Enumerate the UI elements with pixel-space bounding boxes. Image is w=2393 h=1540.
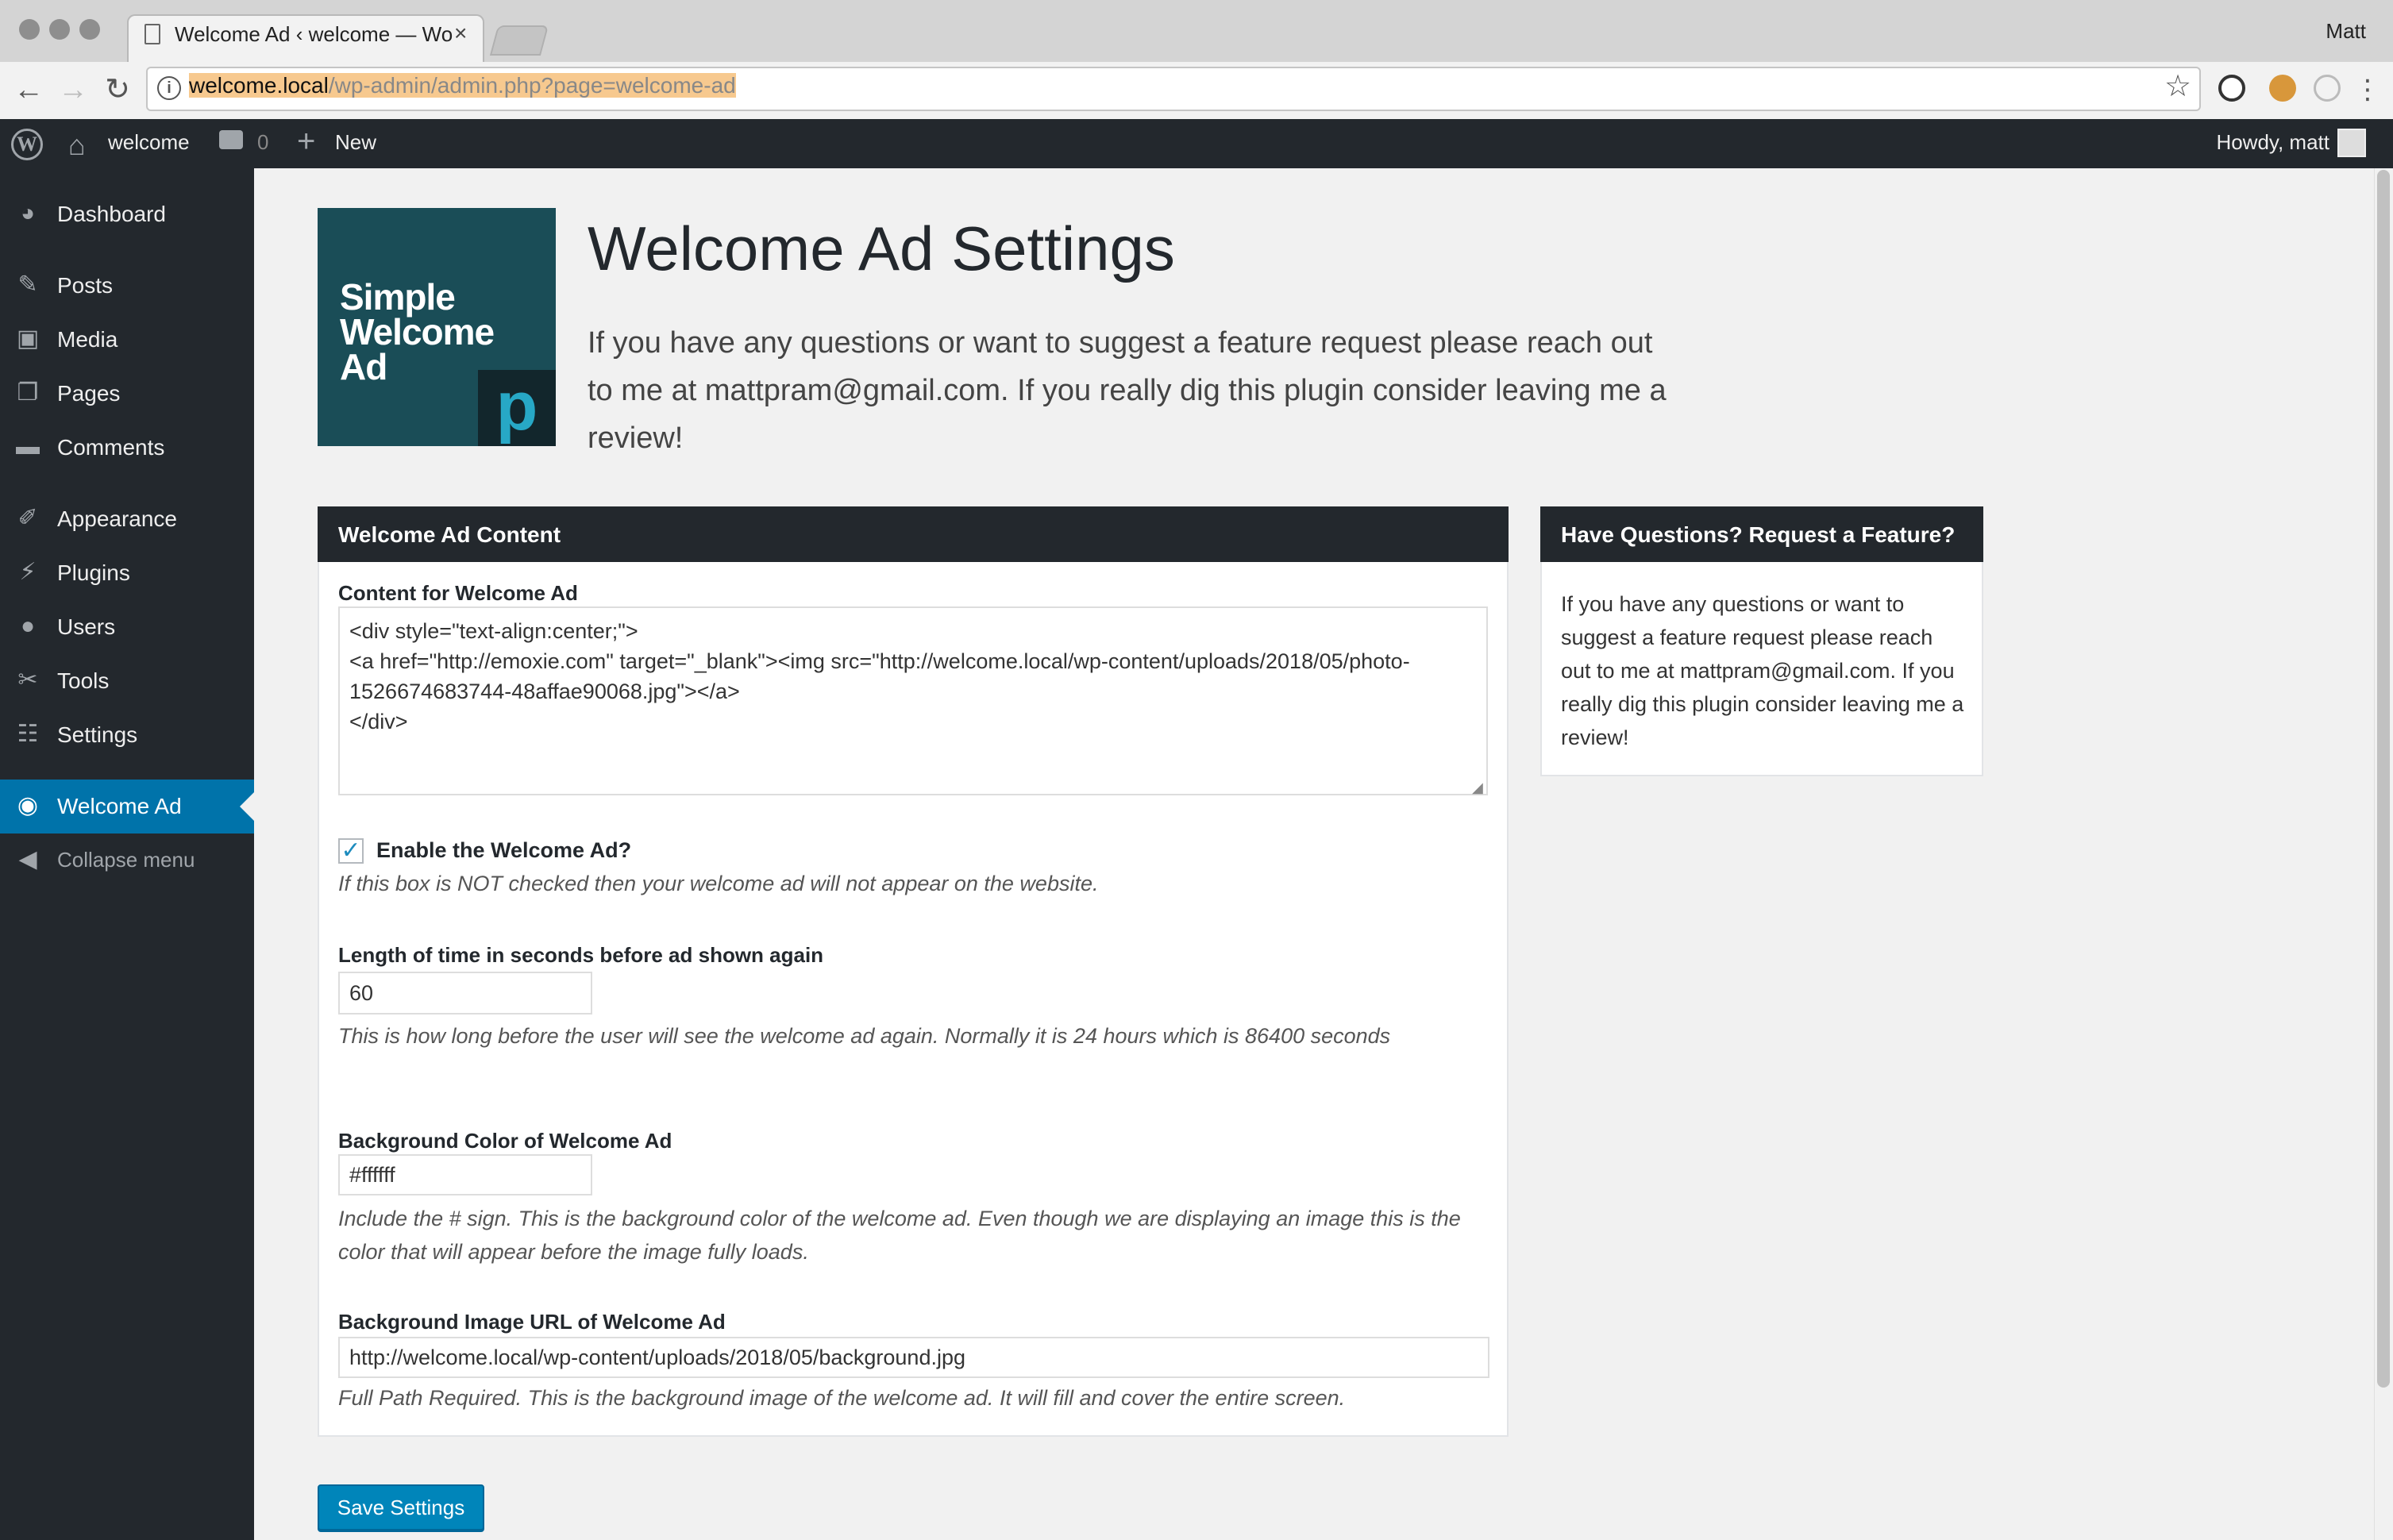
url-host: welcome.local: [189, 73, 329, 98]
content-label: Content for Welcome Ad: [338, 581, 578, 605]
image-url-label: Background Image URL of Welcome Ad: [338, 1310, 726, 1334]
enable-label[interactable]: Enable the Welcome Ad?: [376, 838, 631, 863]
intro-text: If you have any questions or want to sug…: [588, 326, 1667, 455]
browser-menu-icon[interactable]: ⋮: [2350, 68, 2385, 111]
plus-icon[interactable]: +: [297, 124, 315, 160]
bookmark-star-icon[interactable]: ☆: [2164, 68, 2191, 104]
media-icon: ▣: [16, 325, 40, 352]
collapse-menu-button[interactable]: Collapse menu: [57, 848, 195, 872]
forward-icon[interactable]: →: [56, 68, 91, 111]
comment-count[interactable]: 0: [257, 130, 268, 155]
tab-close-icon[interactable]: ×: [454, 21, 467, 46]
sidebar-item-welcome-ad[interactable]: Welcome Ad: [57, 794, 182, 819]
save-settings-button[interactable]: Save Settings: [318, 1484, 484, 1530]
questions-box-heading: Have Questions? Request a Feature?: [1540, 506, 1983, 562]
content-textarea[interactable]: <div style="text-align:center;"> <a href…: [338, 606, 1488, 795]
eye-icon: ◉: [17, 792, 39, 818]
site-name-link[interactable]: welcome: [108, 130, 190, 155]
sidebar-item-posts[interactable]: Posts: [57, 273, 113, 298]
dashboard-icon: ◕: [20, 200, 36, 226]
wrench-icon: ✂: [17, 667, 38, 693]
image-url-description: Full Path Required. This is the backgrou…: [338, 1386, 1346, 1410]
maximize-window-button[interactable]: [79, 19, 100, 40]
logo-line-2: Welcome: [340, 311, 495, 352]
logo-badge: p: [478, 370, 556, 446]
sidebar-item-comments[interactable]: Comments: [57, 435, 164, 460]
logo-line-1: Simple: [340, 276, 456, 318]
back-icon[interactable]: ←: [11, 68, 46, 111]
sidebar-item-appearance[interactable]: Appearance: [57, 506, 177, 532]
seconds-input[interactable]: [338, 972, 592, 1014]
color-label: Background Color of Welcome Ad: [338, 1129, 672, 1153]
new-tab-button[interactable]: [489, 25, 549, 56]
site-info-icon[interactable]: i: [157, 76, 181, 100]
pages-icon: ❐: [17, 379, 39, 406]
reload-icon[interactable]: ↻: [100, 68, 135, 111]
user-icon: ●: [20, 613, 36, 639]
browser-profile-name[interactable]: Matt: [2326, 19, 2366, 44]
wordpress-logo-icon[interactable]: W: [11, 129, 43, 160]
plug-icon: ⚡: [19, 559, 37, 585]
url-path: /wp-admin/admin.php?page=welcome-ad: [328, 73, 736, 98]
howdy-user[interactable]: Howdy, matt: [2216, 130, 2329, 155]
url-text[interactable]: welcome.local/wp-admin/admin.php?page=we…: [189, 73, 736, 98]
sidebar-item-dashboard[interactable]: Dashboard: [57, 202, 166, 227]
password-manager-extension-icon[interactable]: [2218, 75, 2245, 102]
tab-title: Welcome Ad ‹ welcome — WordPress: [175, 22, 453, 46]
home-icon[interactable]: ⌂: [68, 129, 86, 162]
sidebar-item-tools[interactable]: Tools: [57, 668, 109, 694]
new-content-link[interactable]: New: [335, 130, 376, 155]
sidebar-item-users[interactable]: Users: [57, 614, 115, 640]
minimize-window-button[interactable]: [49, 19, 70, 40]
enable-checkbox[interactable]: ✓: [338, 838, 364, 864]
comments-icon: ▬: [16, 433, 40, 460]
content-box-heading: Welcome Ad Content: [318, 506, 1509, 562]
collapse-arrow-icon: ◀: [18, 846, 37, 872]
page-title: Welcome Ad Settings: [588, 214, 1175, 283]
questions-box-text: If you have any questions or want to sug…: [1561, 592, 1964, 749]
sidebar-item-pages[interactable]: Pages: [57, 381, 120, 406]
avatar[interactable]: [2337, 129, 2366, 157]
scrollbar-thumb[interactable]: [2377, 170, 2390, 1388]
pushpin-icon: ✎: [17, 271, 38, 298]
seconds-label: Length of time in seconds before ad show…: [338, 943, 824, 967]
enable-description: If this box is NOT checked then your wel…: [338, 872, 1099, 895]
active-menu-arrow: [240, 792, 254, 821]
color-input[interactable]: [338, 1154, 592, 1195]
cookie-extension-icon[interactable]: [2269, 75, 2296, 102]
color-description: Include the # sign. This is the backgrou…: [338, 1207, 1461, 1264]
paintbrush-icon: ✐: [17, 505, 38, 531]
sidebar-item-settings[interactable]: Settings: [57, 722, 137, 748]
settings-sliders-icon: ☷: [17, 721, 39, 747]
resize-handle-icon[interactable]: ◢: [1472, 780, 1483, 796]
image-url-input[interactable]: [338, 1337, 1489, 1378]
document-icon: [145, 24, 160, 44]
sidebar-item-media[interactable]: Media: [57, 327, 118, 352]
close-window-button[interactable]: [19, 19, 40, 40]
sidebar-item-plugins[interactable]: Plugins: [57, 560, 130, 586]
seconds-description: This is how long before the user will se…: [338, 1024, 1391, 1048]
comment-icon[interactable]: [219, 130, 243, 149]
extension-icon[interactable]: [2314, 75, 2341, 102]
